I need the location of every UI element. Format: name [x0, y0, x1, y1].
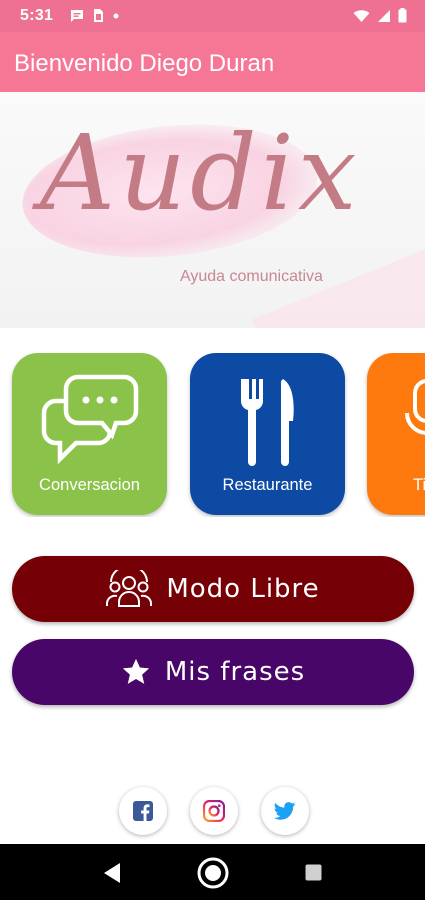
- banner: Audix Ayuda comunicativa: [0, 92, 425, 328]
- instagram-button[interactable]: [190, 787, 238, 835]
- group-icon: [106, 570, 153, 607]
- facebook-icon: [133, 801, 153, 821]
- signal-icon: [378, 9, 390, 22]
- fork-knife-icon: [190, 375, 345, 472]
- logo-subtitle: Ayuda comunicativa: [180, 268, 323, 285]
- banner-corner-decoration: [251, 244, 425, 328]
- home-icon[interactable]: [196, 856, 230, 890]
- category-card-ti[interactable]: Ti: [367, 353, 425, 515]
- facebook-button[interactable]: [119, 787, 167, 835]
- twitter-button[interactable]: [261, 787, 309, 835]
- category-card-conversacion[interactable]: Conversacion: [12, 353, 167, 515]
- category-label: Restaurante: [222, 476, 313, 494]
- category-label: Conversacion: [39, 476, 140, 494]
- status-bar: 5:31: [0, 0, 425, 32]
- chat-bubbles-icon: [12, 373, 167, 470]
- category-carousel[interactable]: Conversacion Restaurante Ti: [0, 353, 425, 517]
- status-time: 5:31: [20, 7, 54, 24]
- microphone-icon: [403, 375, 425, 470]
- category-card-restaurante[interactable]: Restaurante: [190, 353, 345, 515]
- sim-icon: [94, 9, 103, 22]
- mis-frases-button[interactable]: Mis frases: [12, 639, 414, 705]
- mis-frases-label: Mis frases: [164, 657, 306, 687]
- star-icon: [122, 658, 149, 684]
- battery-icon: [398, 8, 407, 23]
- twitter-icon: [274, 802, 296, 820]
- social-links: [0, 787, 425, 837]
- modo-libre-label: Modo Libre: [166, 574, 320, 604]
- instagram-icon: [203, 800, 225, 822]
- recents-icon[interactable]: [305, 864, 322, 881]
- app-logo: Audix: [40, 112, 361, 234]
- system-nav-bar: [0, 844, 425, 900]
- message-icon: [71, 9, 83, 22]
- category-label: Ti: [413, 476, 425, 494]
- status-left-icons: [70, 8, 119, 23]
- app-title: Bienvenido Diego Duran: [14, 50, 275, 77]
- modo-libre-button[interactable]: Modo Libre: [12, 556, 414, 622]
- app-bar: Bienvenido Diego Duran: [0, 32, 425, 92]
- dot-icon: [113, 13, 119, 18]
- status-right-icons: [353, 8, 407, 23]
- wifi-icon: [353, 9, 370, 22]
- back-icon[interactable]: [102, 862, 122, 884]
